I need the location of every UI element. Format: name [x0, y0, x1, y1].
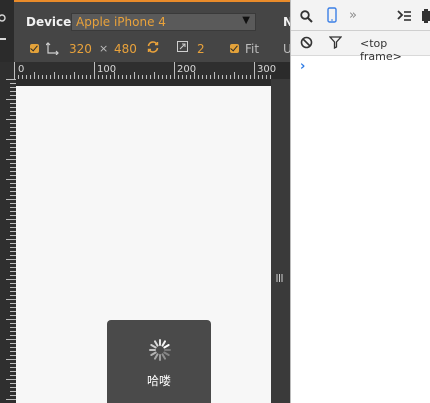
device-select[interactable]: Apple iPhone 4 ▼: [71, 13, 256, 31]
fit-checkbox[interactable]: [230, 44, 239, 53]
device-select-value: Apple iPhone 4: [76, 15, 166, 29]
more-tabs-icon[interactable]: »: [349, 8, 357, 23]
swap-dimensions-icon[interactable]: [146, 40, 159, 53]
panel-edge-icon: [0, 8, 6, 48]
emulated-screen[interactable]: 哈喽: [16, 86, 271, 403]
devtools-panel: » <top frame> ›: [291, 0, 430, 403]
devtools-toolbar: »: [291, 0, 430, 31]
ruler-tick-label: 200: [177, 64, 197, 75]
height-input[interactable]: 480: [114, 42, 137, 56]
screen-resizer-track: [271, 79, 290, 403]
ruler-tick-label: 0: [18, 64, 25, 75]
ruler-vertical: [0, 79, 16, 403]
resize-handle[interactable]: [276, 273, 283, 283]
console-toolbar: <top frame>: [291, 31, 430, 63]
device-emulation-panel: Device Apple iPhone 4 ▼ N U 320 × 480 2 …: [0, 0, 290, 403]
times-sign: ×: [99, 42, 109, 55]
settings-gear-icon[interactable]: [422, 9, 430, 26]
dimensions-icon: [45, 42, 59, 56]
device-scale-icon: [177, 41, 188, 52]
device-label: Device: [26, 15, 72, 29]
chevron-down-icon: ▼: [242, 15, 250, 26]
toast-text: 哈喽: [146, 374, 171, 388]
frame-selector[interactable]: <top frame>: [360, 37, 430, 63]
device-scale-input[interactable]: 2: [197, 42, 205, 56]
ruler-tick-label: 100: [97, 64, 117, 75]
console-drawer-icon[interactable]: [397, 10, 411, 25]
device-mode-icon[interactable]: [327, 7, 337, 26]
clipped-row-label: U: [283, 42, 290, 56]
clipped-tab-label: N: [283, 15, 290, 29]
toolbar-accent-line: [14, 0, 290, 2]
fit-label: Fit: [245, 42, 260, 56]
ruler-tick-label: 300: [257, 64, 277, 75]
ruler-horizontal: 0 100 200 300: [14, 62, 276, 79]
search-icon[interactable]: [300, 10, 313, 26]
width-input[interactable]: 320: [69, 42, 92, 56]
resolution-checkbox[interactable]: [30, 44, 39, 53]
ruler-corner: [0, 62, 14, 79]
loading-toast: 哈喽: [107, 320, 211, 403]
clear-console-icon[interactable]: [300, 36, 313, 52]
console-prompt-icon[interactable]: ›: [300, 59, 305, 74]
filter-icon[interactable]: [328, 36, 343, 52]
loading-spinner-icon: [148, 338, 172, 362]
